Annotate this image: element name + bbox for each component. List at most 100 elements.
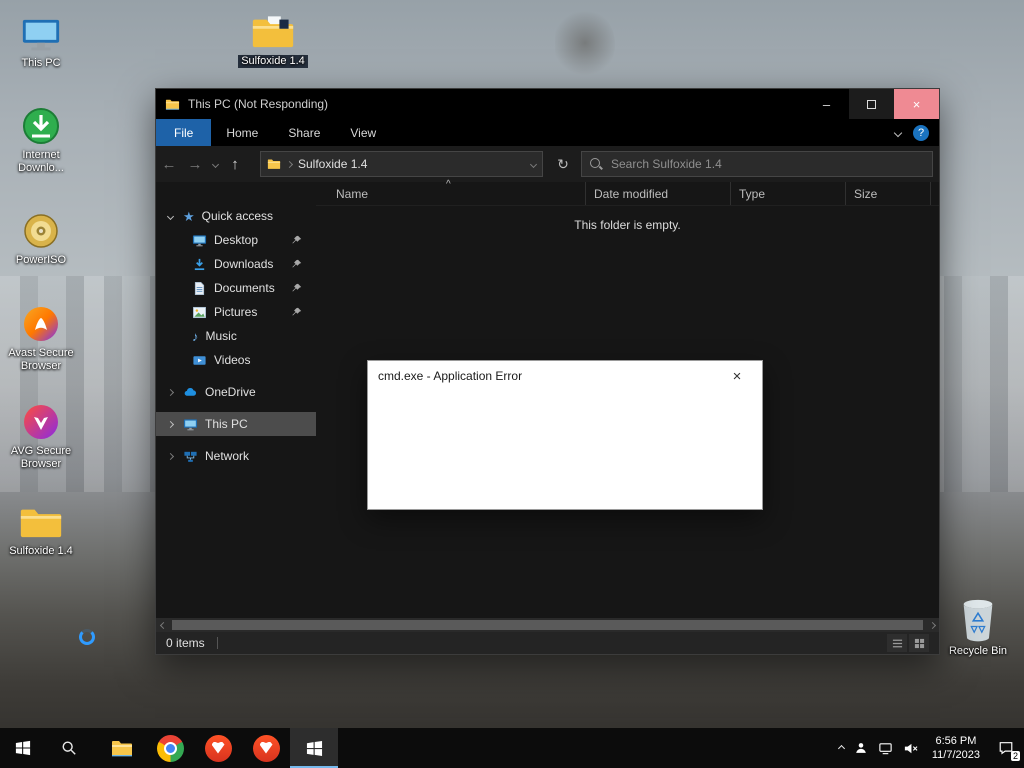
volume-muted-icon[interactable] xyxy=(903,741,918,756)
user-tray-icon[interactable] xyxy=(854,741,868,755)
menu-label: View xyxy=(350,125,377,140)
thumbnails-view-button[interactable] xyxy=(909,634,929,652)
recycle-bin-icon xyxy=(957,596,999,642)
maximize-icon xyxy=(867,99,876,109)
refresh-button[interactable]: ↻ xyxy=(550,151,576,177)
scrollbar-thumb[interactable] xyxy=(172,620,923,630)
minimize-button[interactable]: – xyxy=(804,89,849,119)
network-icon xyxy=(183,449,198,464)
pin-icon xyxy=(292,307,302,317)
sidebar-item-music[interactable]: ♪ Music xyxy=(156,324,316,348)
network-tray-icon[interactable] xyxy=(878,741,893,756)
taskbar-clock[interactable]: 6:56 PM 11/7/2023 xyxy=(928,734,984,763)
forward-button[interactable]: → xyxy=(182,156,208,173)
search-box[interactable] xyxy=(581,151,933,177)
desktop-icon-sulfoxide-top[interactable]: Sulfoxide 1.4 xyxy=(233,6,313,69)
up-button[interactable]: ↑ xyxy=(222,156,248,173)
desktop-icon-label: PowerISO xyxy=(15,254,67,266)
taskbar-chrome-button[interactable] xyxy=(146,728,194,768)
expander-chevron-icon[interactable] xyxy=(164,388,176,396)
back-button[interactable]: ← xyxy=(156,156,182,173)
desktop-icon-recycle-bin[interactable]: Recycle Bin xyxy=(938,596,1018,658)
hidden-icons-chevron-icon[interactable] xyxy=(837,744,845,752)
column-header-date-modified[interactable]: Date modified xyxy=(586,182,731,205)
smoke-plume xyxy=(555,8,615,78)
desktop-icon-label: Avast Secure Browser xyxy=(8,347,74,373)
sidebar-item-label: Documents xyxy=(214,281,275,295)
minimize-icon: – xyxy=(822,96,831,112)
pin-icon xyxy=(292,259,302,269)
scroll-left-arrow-icon[interactable] xyxy=(156,621,170,629)
dialog-close-button[interactable]: × xyxy=(722,361,752,391)
system-tray: 6:56 PM 11/7/2023 2 xyxy=(837,728,1024,768)
sidebar-item-desktop[interactable]: Desktop xyxy=(156,228,316,252)
column-header-size[interactable]: Size xyxy=(846,182,931,205)
music-icon: ♪ xyxy=(192,328,199,344)
column-label: Name xyxy=(336,186,369,201)
sidebar-item-quick-access[interactable]: ★ Quick access xyxy=(156,204,316,228)
taskbar-search-button[interactable] xyxy=(46,728,92,768)
expander-chevron-icon[interactable] xyxy=(164,420,176,428)
address-bar[interactable]: Sulfoxide 1.4 xyxy=(260,151,543,177)
maximize-button[interactable] xyxy=(849,89,894,119)
close-button[interactable]: × xyxy=(894,89,939,119)
sidebar-item-downloads[interactable]: Downloads xyxy=(156,252,316,276)
this-pc-icon xyxy=(183,417,198,432)
pin-icon xyxy=(292,283,302,293)
explorer-app-icon xyxy=(165,97,180,112)
menu-home[interactable]: Home xyxy=(211,119,273,146)
pin-icon xyxy=(292,235,302,245)
taskbar-brave-button-2[interactable] xyxy=(242,728,290,768)
desktop-icon-this-pc[interactable]: This PC xyxy=(1,8,81,70)
menu-label: File xyxy=(174,125,194,140)
column-label: Type xyxy=(739,186,766,201)
sidebar-item-label: Desktop xyxy=(214,233,259,247)
sidebar-item-network[interactable]: Network xyxy=(156,444,316,468)
desktop-icon-label: Sulfoxide 1.4 xyxy=(238,55,308,69)
help-icon[interactable]: ? xyxy=(913,124,929,141)
desktop-icon-avg[interactable]: AVG Secure Browser xyxy=(1,396,81,471)
sidebar-item-label: Network xyxy=(205,449,250,463)
sidebar-item-onedrive[interactable]: OneDrive xyxy=(156,380,316,404)
sidebar-item-pictures[interactable]: Pictures xyxy=(156,300,316,324)
sidebar-item-this-pc[interactable]: This PC xyxy=(156,412,316,436)
downloads-icon xyxy=(192,257,207,272)
poweriso-icon xyxy=(21,205,61,251)
desktop-icon-poweriso[interactable]: PowerISO xyxy=(1,205,81,267)
expander-chevron-icon[interactable] xyxy=(164,212,176,220)
column-header-name[interactable]: Name xyxy=(316,182,586,205)
details-view-button[interactable] xyxy=(887,634,907,652)
dialog-title-bar[interactable]: cmd.exe - Application Error × xyxy=(368,361,762,391)
expander-chevron-icon[interactable] xyxy=(164,452,176,460)
address-dropdown-chevron-icon[interactable] xyxy=(529,160,538,168)
desktop-icon-sulfoxide[interactable]: Sulfoxide 1.4 xyxy=(1,496,81,558)
clock-date: 11/7/2023 xyxy=(931,749,980,761)
recent-locations-chevron-icon[interactable] xyxy=(208,160,222,168)
horizontal-scrollbar[interactable] xyxy=(156,618,939,632)
breadcrumb-path: Sulfoxide 1.4 xyxy=(298,157,368,171)
menu-file[interactable]: File xyxy=(156,119,212,146)
taskbar-brave-button-1[interactable] xyxy=(194,728,242,768)
column-label: Size xyxy=(854,186,878,201)
desktop-icon-avast[interactable]: Avast Secure Browser xyxy=(1,298,81,373)
title-bar[interactable]: This PC (Not Responding) – × xyxy=(156,89,939,119)
menu-label: Share xyxy=(288,125,321,140)
windows-logo-icon xyxy=(15,740,31,756)
search-input[interactable] xyxy=(611,157,924,171)
taskbar-file-explorer-button[interactable] xyxy=(98,728,146,768)
ribbon-collapse-chevron-icon[interactable] xyxy=(893,128,903,137)
taskbar-active-app-button[interactable] xyxy=(290,728,338,768)
close-icon: × xyxy=(732,367,742,385)
start-button[interactable] xyxy=(0,728,46,768)
desktop-icon-label: This PC xyxy=(21,57,61,69)
menu-view[interactable]: View xyxy=(335,119,391,146)
sidebar-item-documents[interactable]: Documents xyxy=(156,276,316,300)
menu-share[interactable]: Share xyxy=(273,119,335,146)
desktop-icon-idm[interactable]: Internet Downlo... xyxy=(1,100,81,175)
column-header-type[interactable]: Type xyxy=(731,182,846,205)
search-icon xyxy=(61,740,77,756)
action-center-button[interactable]: 2 xyxy=(994,736,1020,761)
sort-caret-icon: ^ xyxy=(446,179,451,190)
sidebar-item-videos[interactable]: Videos xyxy=(156,348,316,372)
scroll-right-arrow-icon[interactable] xyxy=(925,621,939,629)
